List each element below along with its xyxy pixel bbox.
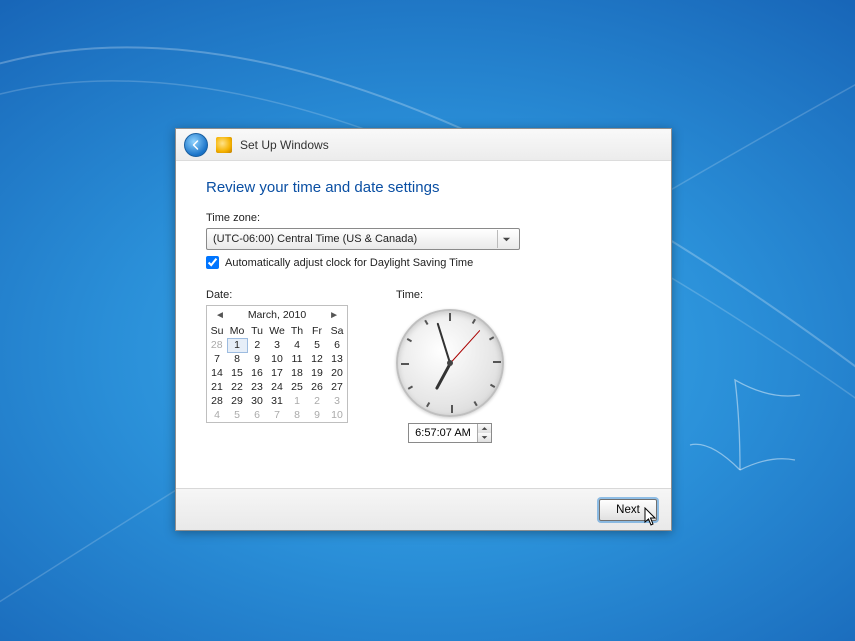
app-icon [216, 137, 232, 153]
timezone-select[interactable]: (UTC-06:00) Central Time (US & Canada) [206, 228, 520, 250]
calendar-day[interactable]: 7 [267, 408, 287, 422]
calendar-day[interactable]: 3 [267, 338, 287, 352]
calendar-day[interactable]: 4 [207, 408, 227, 422]
calendar-day[interactable]: 5 [307, 338, 327, 352]
calendar-dow: Su [207, 324, 227, 338]
desktop-background: Set Up Windows Review your time and date… [0, 0, 855, 641]
calendar-day[interactable]: 5 [227, 408, 247, 422]
date-label: Date: [206, 289, 348, 301]
calendar-day[interactable]: 9 [247, 352, 267, 366]
titlebar: Set Up Windows [176, 129, 671, 161]
calendar-day[interactable]: 20 [327, 366, 347, 380]
calendar-day[interactable]: 23 [247, 380, 267, 394]
calendar-next-button[interactable]: ► [327, 310, 341, 321]
calendar-day[interactable]: 6 [327, 338, 347, 352]
calendar-day[interactable]: 30 [247, 394, 267, 408]
calendar-day[interactable]: 10 [327, 408, 347, 422]
timezone-label: Time zone: [206, 212, 641, 224]
calendar-day[interactable]: 13 [327, 352, 347, 366]
calendar-prev-button[interactable]: ◄ [213, 310, 227, 321]
time-value[interactable]: 6:57:07 AM [409, 424, 477, 442]
calendar-day[interactable]: 2 [307, 394, 327, 408]
calendar-dow: Sa [327, 324, 347, 338]
calendar-dow: Fr [307, 324, 327, 338]
spinner-up-button[interactable] [478, 424, 491, 433]
calendar-day[interactable]: 10 [267, 352, 287, 366]
calendar-dow: Th [287, 324, 307, 338]
calendar-day[interactable]: 24 [267, 380, 287, 394]
calendar-day[interactable]: 1 [287, 394, 307, 408]
time-label: Time: [396, 289, 504, 301]
calendar-day[interactable]: 31 [267, 394, 287, 408]
dst-label: Automatically adjust clock for Daylight … [225, 257, 473, 269]
content-area: Review your time and date settings Time … [176, 161, 671, 457]
calendar[interactable]: ◄ March, 2010 ► SuMoTuWeThFrSa 281234567… [206, 305, 348, 423]
setup-window: Set Up Windows Review your time and date… [175, 128, 672, 531]
calendar-grid: SuMoTuWeThFrSa 2812345678910111213141516… [207, 324, 347, 422]
page-heading: Review your time and date settings [206, 179, 641, 196]
back-button[interactable] [184, 133, 208, 157]
window-title: Set Up Windows [240, 138, 329, 152]
calendar-day[interactable]: 22 [227, 380, 247, 394]
calendar-day[interactable]: 28 [207, 338, 227, 352]
calendar-day[interactable]: 19 [307, 366, 327, 380]
dst-row[interactable]: Automatically adjust clock for Daylight … [206, 256, 641, 269]
calendar-day[interactable]: 11 [287, 352, 307, 366]
calendar-day[interactable]: 8 [287, 408, 307, 422]
calendar-day[interactable]: 12 [307, 352, 327, 366]
calendar-dow: We [267, 324, 287, 338]
calendar-dow: Tu [247, 324, 267, 338]
calendar-day[interactable]: 3 [327, 394, 347, 408]
calendar-day[interactable]: 6 [247, 408, 267, 422]
calendar-day[interactable]: 18 [287, 366, 307, 380]
calendar-dow: Mo [227, 324, 247, 338]
calendar-title: March, 2010 [248, 309, 306, 321]
calendar-day[interactable]: 14 [207, 366, 227, 380]
calendar-day[interactable]: 1 [227, 338, 247, 352]
chevron-down-icon [497, 230, 515, 248]
calendar-day[interactable]: 28 [207, 394, 227, 408]
calendar-day[interactable]: 16 [247, 366, 267, 380]
time-spinner[interactable] [477, 424, 491, 442]
next-button[interactable]: Next [599, 499, 657, 521]
calendar-day[interactable]: 9 [307, 408, 327, 422]
calendar-day[interactable]: 26 [307, 380, 327, 394]
calendar-day[interactable]: 4 [287, 338, 307, 352]
footer: Next [176, 488, 671, 530]
calendar-day[interactable]: 17 [267, 366, 287, 380]
calendar-day[interactable]: 7 [207, 352, 227, 366]
next-label: Next [616, 504, 640, 516]
arrow-left-icon [190, 139, 202, 151]
calendar-day[interactable]: 21 [207, 380, 227, 394]
analog-clock [396, 309, 504, 417]
time-input[interactable]: 6:57:07 AM [408, 423, 492, 443]
calendar-day[interactable]: 2 [247, 338, 267, 352]
timezone-value: (UTC-06:00) Central Time (US & Canada) [213, 233, 417, 245]
dst-checkbox[interactable] [206, 256, 219, 269]
calendar-day[interactable]: 27 [327, 380, 347, 394]
calendar-day[interactable]: 29 [227, 394, 247, 408]
calendar-day[interactable]: 15 [227, 366, 247, 380]
spinner-down-button[interactable] [478, 433, 491, 442]
calendar-day[interactable]: 25 [287, 380, 307, 394]
calendar-day[interactable]: 8 [227, 352, 247, 366]
